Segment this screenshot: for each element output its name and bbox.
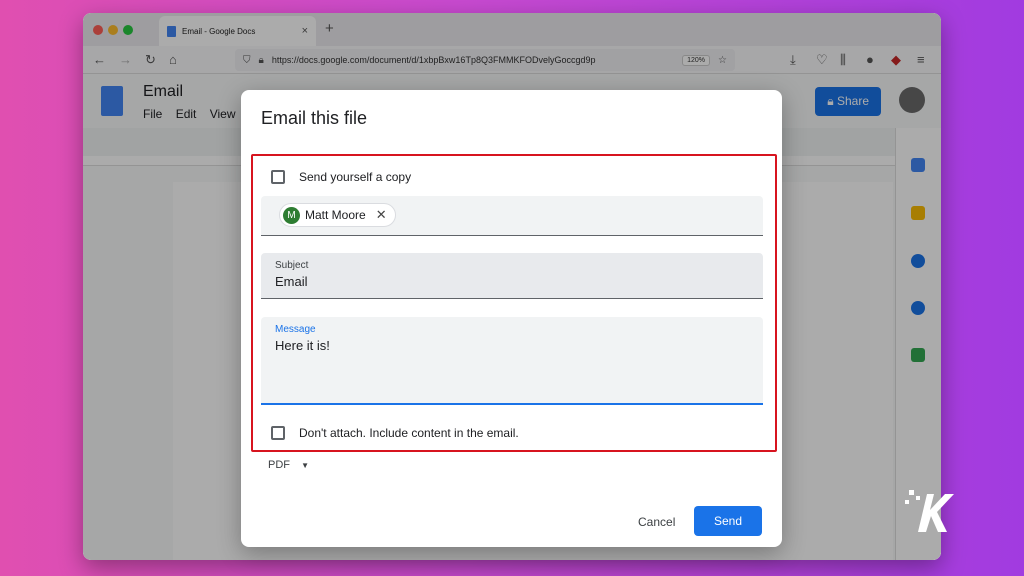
attachment-format-select[interactable]: PDF ▼ xyxy=(268,459,309,471)
chevron-down-icon: ▼ xyxy=(301,461,309,470)
send-copy-label: Send yourself a copy xyxy=(299,170,412,184)
email-dialog: Email this file Send yourself a copy M M… xyxy=(241,90,782,547)
message-value: Here it is! xyxy=(275,338,330,353)
send-copy-row: Send yourself a copy xyxy=(271,170,411,184)
dont-attach-label: Don't attach. Include content in the ema… xyxy=(299,426,519,440)
format-value: PDF xyxy=(268,459,290,471)
brand-logo-icon xyxy=(905,490,954,532)
dont-attach-row: Don't attach. Include content in the ema… xyxy=(271,426,519,440)
send-button[interactable]: Send xyxy=(694,506,762,536)
recipient-chip[interactable]: M Matt Moore ✕ xyxy=(279,203,396,227)
subject-label: Subject xyxy=(275,260,309,271)
message-field[interactable]: Message Here it is! xyxy=(261,317,763,405)
remove-recipient-icon[interactable]: ✕ xyxy=(376,207,387,223)
message-label: Message xyxy=(275,324,316,335)
cancel-button[interactable]: Cancel xyxy=(628,507,685,537)
recipients-field[interactable]: M Matt Moore ✕ xyxy=(261,196,763,236)
recipient-avatar: M xyxy=(283,206,300,224)
dialog-title: Email this file xyxy=(261,108,368,128)
recipient-name: Matt Moore xyxy=(305,208,366,222)
subject-value: Email xyxy=(275,274,308,289)
subject-field[interactable]: Subject Email xyxy=(261,253,763,299)
send-copy-checkbox[interactable] xyxy=(271,170,285,184)
dont-attach-checkbox[interactable] xyxy=(271,426,285,440)
